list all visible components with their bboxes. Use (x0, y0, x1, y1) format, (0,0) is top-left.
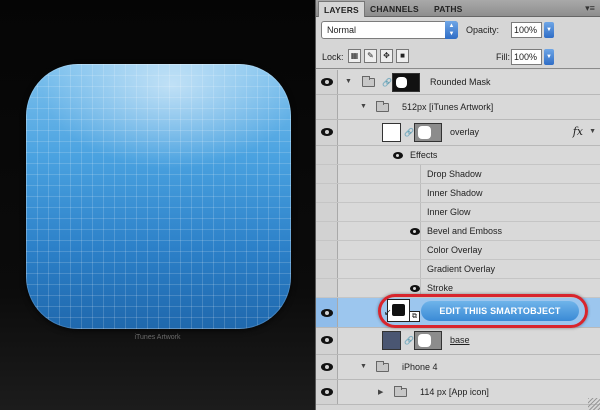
effect-name: Drop Shadow (427, 169, 482, 179)
folder-icon (362, 76, 375, 87)
lock-all-icon[interactable]: ■ (396, 49, 409, 63)
opacity-label: Opacity: (466, 25, 500, 35)
visibility-toggle[interactable] (316, 146, 338, 164)
mask-thumbnail (392, 73, 420, 92)
layer-name: Rounded Mask (430, 77, 491, 87)
effect-drop-shadow[interactable]: Drop Shadow (316, 165, 600, 184)
visibility-toggle[interactable] (316, 120, 338, 145)
effects-header[interactable]: Effects (316, 146, 600, 165)
document-canvas[interactable]: iTunes Artwork (0, 0, 315, 410)
mask-thumbnail (414, 123, 442, 142)
fx-icon[interactable]: fx (573, 125, 583, 138)
expand-triangle-icon[interactable]: ▼ (360, 363, 367, 370)
lock-row: Lock: ▦ ✎ ✥ ■ Fill: 100% ▼ (316, 45, 600, 69)
eye-icon[interactable] (410, 285, 420, 292)
visibility-toggle[interactable] (316, 328, 338, 354)
panel-tab-bar: LAYERS CHANNELS PATHS ▾≡ (316, 0, 600, 17)
layer-name: 512px [iTunes Artwork] (402, 102, 494, 112)
folder-icon (394, 386, 407, 397)
visibility-toggle[interactable] (316, 355, 338, 379)
lock-transparency-icon[interactable]: ▦ (348, 49, 361, 63)
layer-arrow-icon: ↙ (384, 307, 392, 317)
blend-mode-value: Normal (327, 25, 357, 35)
layer-group-iphone4[interactable]: ▼ iPhone 4 (316, 355, 600, 380)
effect-name: Bevel and Emboss (427, 226, 503, 236)
panel-menu-icon[interactable]: ▾≡ (583, 2, 597, 14)
eye-icon (321, 309, 333, 317)
effect-name: Color Overlay (427, 245, 483, 255)
effect-inner-glow[interactable]: Inner Glow (316, 203, 600, 222)
smart-object-label[interactable]: EDIT THIIS SMARTOBJECT (421, 301, 579, 321)
layer-base[interactable]: 🔗 base (316, 328, 600, 355)
effects-label: Effects (410, 150, 438, 160)
tab-layers[interactable]: LAYERS (318, 1, 365, 17)
tab-channels[interactable]: CHANNELS (365, 1, 424, 17)
select-arrows-icon: ▲ ▼ (445, 21, 458, 39)
icon-caption: iTunes Artwork (134, 334, 181, 341)
fill-dropdown-icon[interactable]: ▼ (544, 49, 554, 65)
blend-mode-select[interactable]: Normal ▲ ▼ (321, 21, 458, 39)
blend-row: Normal ▲ ▼ Opacity: 100% ▼ (316, 19, 600, 42)
layer-name: iPhone 4 (402, 362, 438, 372)
layers-panel: LAYERS CHANNELS PATHS ▾≡ Normal ▲ ▼ Opaci… (315, 0, 600, 410)
visibility-toggle[interactable] (316, 380, 338, 404)
lock-pixels-icon[interactable]: ✎ (364, 49, 377, 63)
eye-icon (321, 128, 333, 136)
effect-name: Inner Glow (427, 207, 471, 217)
icon-grid-overlay (26, 64, 291, 329)
layer-group-114px[interactable]: ▶ 114 px [App icon] (316, 380, 600, 405)
effect-inner-shadow[interactable]: Inner Shadow (316, 184, 600, 203)
link-icon: 🔗 (404, 128, 414, 137)
link-icon: 🔗 (382, 78, 392, 87)
lock-label: Lock: (322, 52, 344, 62)
layer-thumbnail (382, 123, 401, 142)
eye-icon (321, 78, 333, 86)
visibility-toggle[interactable] (316, 70, 338, 94)
collapsed-triangle-icon[interactable]: ▶ (378, 388, 383, 396)
effect-name: Inner Shadow (427, 188, 483, 198)
folder-icon (376, 361, 389, 372)
visibility-toggle[interactable] (316, 298, 338, 327)
icon-artwork (26, 64, 291, 329)
expand-triangle-icon[interactable]: ▼ (360, 103, 367, 110)
effect-bevel-emboss[interactable]: Bevel and Emboss (316, 222, 600, 241)
layer-list: ▼ 🔗 Rounded Mask ▼ 512px [iTunes Artwork… (316, 70, 600, 410)
expand-triangle-icon[interactable]: ▼ (345, 78, 352, 85)
eye-icon (321, 363, 333, 371)
effect-gradient-overlay[interactable]: Gradient Overlay (316, 260, 600, 279)
layer-name: overlay (450, 127, 480, 137)
layer-thumbnail (382, 331, 401, 350)
layer-group-512px[interactable]: ▼ 512px [iTunes Artwork] (316, 95, 600, 120)
smart-object-badge-icon: ⧉ (409, 311, 420, 322)
visibility-toggle[interactable] (316, 95, 338, 119)
opacity-field[interactable]: 100% (511, 22, 542, 38)
mask-thumbnail (414, 331, 442, 350)
collapse-triangle-icon[interactable]: ▼ (589, 128, 596, 135)
link-icon: 🔗 (404, 336, 414, 345)
effect-name: Gradient Overlay (427, 264, 496, 274)
eye-icon (321, 388, 333, 396)
eye-icon (321, 336, 333, 344)
resize-grip-icon[interactable] (588, 398, 600, 410)
eye-icon[interactable] (393, 152, 403, 159)
smart-object-highlight[interactable]: ⧉ EDIT THIIS SMARTOBJECT (378, 294, 588, 328)
fill-field[interactable]: 100% (511, 49, 542, 65)
layer-rounded-mask[interactable]: ▼ 🔗 Rounded Mask (316, 70, 600, 95)
folder-icon (376, 101, 389, 112)
layer-name: base (450, 335, 470, 345)
eye-icon[interactable] (410, 228, 420, 235)
fill-label: Fill: (496, 52, 510, 62)
layer-overlay[interactable]: 🔗 overlay fx ▼ (316, 120, 600, 146)
opacity-dropdown-icon[interactable]: ▼ (544, 22, 554, 38)
layer-name: 114 px [App icon] (420, 387, 489, 397)
effect-color-overlay[interactable]: Color Overlay (316, 241, 600, 260)
tab-paths[interactable]: PATHS (429, 1, 468, 17)
lock-position-icon[interactable]: ✥ (380, 49, 393, 63)
